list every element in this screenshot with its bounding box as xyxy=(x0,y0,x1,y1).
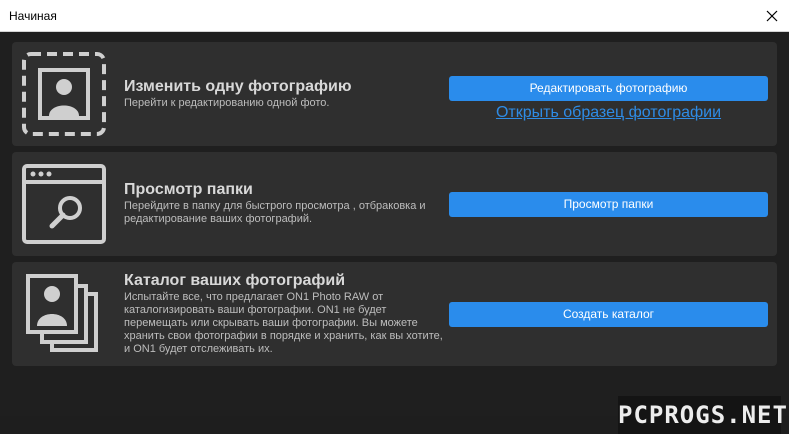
window-title: Начиная xyxy=(9,9,57,23)
edit-single-photo-panel: Изменить одну фотографию Перейти к редак… xyxy=(12,42,777,146)
edit-photo-button[interactable]: Редактировать фотографию xyxy=(449,76,768,101)
panel-title: Каталог ваших фотографий xyxy=(124,272,346,289)
open-sample-photo-link[interactable]: Открыть образец фотографии xyxy=(449,104,768,122)
create-catalog-button[interactable]: Создать каталог xyxy=(449,302,768,327)
watermark: PCPROGS.NET xyxy=(618,396,787,434)
photo-catalog-panel: Каталог ваших фотографий Испытайте все, … xyxy=(12,262,777,366)
browse-folder-icon xyxy=(22,164,106,244)
panel-title: Просмотр папки xyxy=(124,181,253,198)
panel-description: Испытайте все, что предлагает ON1 Photo … xyxy=(124,291,443,355)
browse-folder-panel: Просмотр папки Перейдите в папку для быс… xyxy=(12,152,777,256)
panel-description: Перейти к редактированию одной фото. xyxy=(124,97,330,109)
browse-folder-button[interactable]: Просмотр папки xyxy=(449,192,768,217)
start-window: Начиная Изменить одну фотографию Перейти… xyxy=(0,0,789,434)
title-bar: Начиная xyxy=(0,0,789,32)
close-icon[interactable] xyxy=(760,4,784,28)
content-area: Изменить одну фотографию Перейти к редак… xyxy=(0,32,789,434)
panel-title: Изменить одну фотографию xyxy=(124,78,352,95)
photo-catalog-icon xyxy=(26,274,98,352)
panel-description: Перейдите в папку для быстрого просмотра… xyxy=(124,200,426,225)
single-photo-icon xyxy=(22,52,106,136)
